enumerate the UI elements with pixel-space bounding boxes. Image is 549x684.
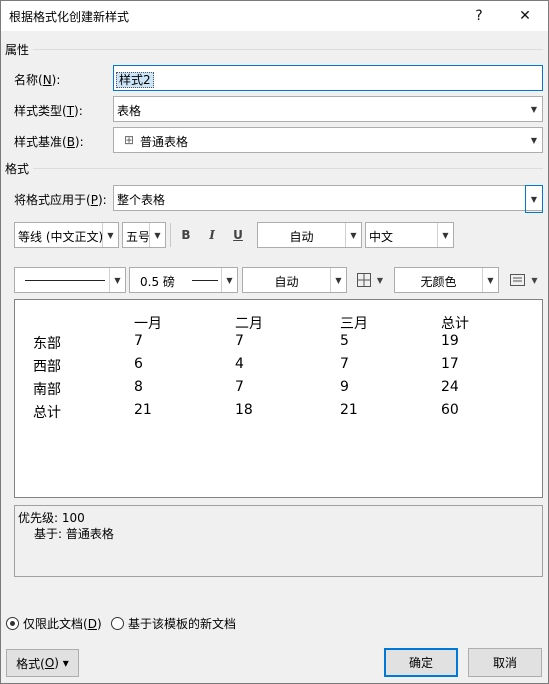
- close-button[interactable]: ✕: [502, 1, 548, 31]
- line-weight-sample: [192, 280, 218, 281]
- style-description: 优先级: 100 基于: 普通表格: [14, 505, 543, 577]
- table-cell: 21: [340, 402, 358, 418]
- font-name-select[interactable]: 等线 (中文正文) ▼: [14, 222, 119, 248]
- format-menu-button[interactable]: 格式(O) ▾: [6, 649, 79, 677]
- name-input[interactable]: 样式2: [113, 65, 543, 91]
- table-preview: 一月 二月 三月 总计 东部 7 7 5 19 西部 6 4 7 17 南部 8…: [14, 299, 543, 498]
- based-on-value: 普通表格: [140, 135, 189, 149]
- font-color-value: 自动: [289, 230, 314, 244]
- fill-color-select[interactable]: 无颜色 ▼: [394, 267, 499, 293]
- table-cell: 24: [441, 379, 459, 395]
- row-label: 东部: [33, 336, 61, 352]
- line-weight-value: 0.5 磅: [140, 275, 175, 289]
- chevron-down-icon: ▼: [482, 268, 498, 292]
- chevron-down-icon: ▼: [525, 185, 543, 213]
- template-option[interactable]: 基于该模板的新文档: [111, 615, 236, 631]
- table-cell: 7: [340, 356, 349, 372]
- this-document-label: 仅限此文档(D): [23, 616, 102, 631]
- title-bar: 根据格式化创建新样式 ? ✕: [1, 1, 548, 31]
- radio-unselected-icon: [111, 616, 124, 630]
- line-style-select[interactable]: ▼: [14, 267, 126, 293]
- name-input-value: 样式2: [116, 72, 154, 88]
- table-cell: 6: [134, 356, 143, 372]
- help-icon: ?: [475, 8, 483, 24]
- based-on-label: 样式基准(B):: [14, 135, 84, 149]
- chevron-down-icon: ▼: [102, 223, 118, 247]
- toolbar-divider: [170, 223, 171, 247]
- row-label: 西部: [33, 359, 61, 375]
- chevron-down-icon: ▼: [376, 275, 384, 285]
- table-cell: 7: [235, 333, 244, 349]
- based-on-select[interactable]: ⊞ 普通表格 ▼: [113, 127, 543, 153]
- line-style-sample: [25, 280, 105, 281]
- this-document-option[interactable]: 仅限此文档(D): [6, 615, 102, 631]
- chevron-down-icon: ▼: [330, 268, 346, 292]
- bold-button[interactable]: B: [175, 223, 197, 247]
- header-cell: 一月: [134, 316, 162, 332]
- border-color-select[interactable]: 自动 ▼: [242, 267, 347, 293]
- table-cell: 5: [340, 333, 349, 349]
- template-label: 基于该模板的新文档: [128, 616, 237, 631]
- format-section-label: 格式: [5, 162, 30, 176]
- borders-grid-icon: [356, 273, 371, 287]
- table-cell: 9: [340, 379, 349, 395]
- help-button[interactable]: ?: [456, 1, 502, 31]
- dialog-title: 根据格式化创建新样式: [9, 10, 130, 24]
- style-type-value: 表格: [117, 104, 142, 118]
- radio-selected-icon: [6, 616, 19, 630]
- table-cell: 19: [441, 333, 459, 349]
- chevron-down-icon: ▼: [221, 268, 237, 292]
- properties-divider: [33, 49, 543, 50]
- table-cell: 18: [235, 402, 253, 418]
- format-divider: [33, 168, 543, 169]
- apply-to-select[interactable]: 整个表格 ▼: [113, 185, 543, 213]
- table-cell: 60: [441, 402, 459, 418]
- based-on-text: 基于: 普通表格: [34, 527, 114, 541]
- style-type-label: 样式类型(T):: [14, 104, 83, 118]
- style-type-select[interactable]: 表格 ▼: [113, 96, 543, 122]
- header-cell: 三月: [340, 316, 368, 332]
- table-cell: 7: [235, 379, 244, 395]
- row-label: 南部: [33, 382, 61, 398]
- chevron-down-icon: ▼: [149, 223, 165, 247]
- table-cell: 4: [235, 356, 244, 372]
- chevron-down-icon: ▼: [109, 268, 125, 292]
- name-label: 名称(N):: [14, 73, 61, 87]
- cancel-button[interactable]: 取消: [468, 648, 542, 677]
- table-cell: 7: [134, 333, 143, 349]
- underline-button[interactable]: U: [227, 223, 249, 247]
- language-value: 中文: [369, 230, 394, 244]
- language-select[interactable]: 中文 ▼: [365, 222, 454, 248]
- table-properties-icon: [510, 274, 526, 286]
- borders-button[interactable]: ▼: [351, 268, 389, 292]
- font-color-select[interactable]: 自动 ▼: [257, 222, 362, 248]
- table-grid-icon: ⊞: [124, 133, 135, 147]
- apply-to-label: 将格式应用于(P):: [14, 193, 107, 207]
- chevron-down-icon: ▼: [531, 275, 538, 285]
- ok-button[interactable]: 确定: [384, 648, 458, 677]
- line-weight-select[interactable]: 0.5 磅 ▼: [129, 267, 238, 293]
- border-color-value: 自动: [274, 275, 299, 289]
- header-cell: 总计: [441, 316, 469, 332]
- row-label: 总计: [33, 405, 61, 421]
- apply-to-value: 整个表格: [117, 193, 166, 207]
- italic-button[interactable]: I: [201, 223, 223, 247]
- chevron-down-icon: ▼: [530, 104, 538, 114]
- table-cell: 17: [441, 356, 459, 372]
- close-icon: ✕: [519, 8, 531, 24]
- priority-text: 优先级: 100: [18, 511, 85, 525]
- chevron-down-icon: ▼: [530, 135, 538, 145]
- fill-color-value: 无颜色: [420, 275, 457, 289]
- chevron-down-icon: ▼: [345, 223, 361, 247]
- header-cell: 二月: [235, 316, 263, 332]
- new-style-dialog: 根据格式化创建新样式 ? ✕ 属性 名称(N): 样式2 样式类型(T): 表格…: [0, 0, 549, 684]
- properties-section-label: 属性: [5, 43, 30, 57]
- table-options-button[interactable]: ▼: [505, 268, 543, 292]
- table-cell: 8: [134, 379, 143, 395]
- chevron-down-icon: ▼: [437, 223, 453, 247]
- font-name-value: 等线 (中文正文): [18, 230, 104, 244]
- font-size-select[interactable]: 五号 ▼: [122, 222, 166, 248]
- font-size-value: 五号: [126, 230, 151, 244]
- table-cell: 21: [134, 402, 152, 418]
